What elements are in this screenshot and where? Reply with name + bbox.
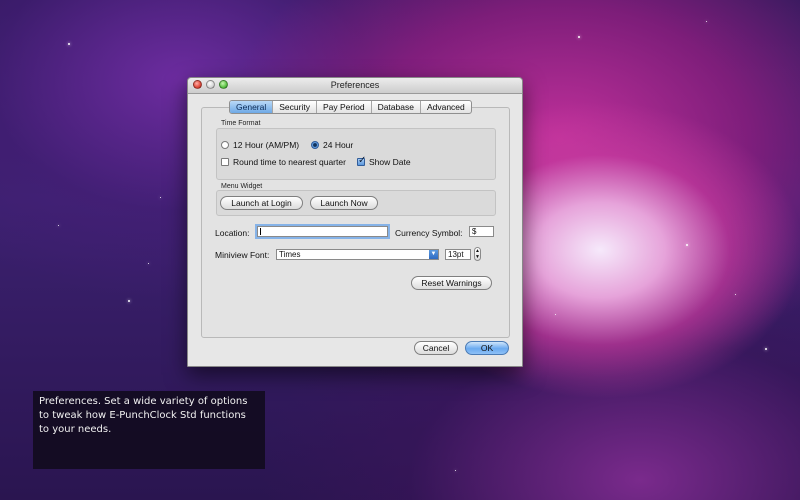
text-caret <box>260 228 261 236</box>
time-format-label: Time Format <box>221 120 261 127</box>
tab-bar: General Security Pay Period Database Adv… <box>229 100 472 114</box>
currency-symbol-input[interactable]: $ <box>469 226 494 237</box>
launch-now-button[interactable]: Launch Now <box>310 196 378 210</box>
show-date-checkbox[interactable]: ✓ <box>357 155 367 166</box>
tab-advanced[interactable]: Advanced <box>421 101 471 113</box>
star <box>148 263 149 264</box>
star <box>686 244 688 246</box>
checkmark-icon: ✓ <box>358 155 367 166</box>
tab-general[interactable]: General <box>230 101 274 113</box>
round-time-checkbox[interactable] <box>221 158 229 166</box>
location-input[interactable] <box>255 224 390 239</box>
radio-24-hour[interactable] <box>311 141 319 149</box>
cancel-button[interactable]: Cancel <box>414 341 458 355</box>
tab-pay-period[interactable]: Pay Period <box>317 101 372 113</box>
radio-12-hour[interactable] <box>221 141 229 149</box>
caption-box: Preferences. Set a wide variety of optio… <box>33 391 265 469</box>
window-title: Preferences <box>330 80 380 90</box>
star <box>706 21 707 22</box>
star <box>555 314 556 315</box>
star <box>455 470 456 471</box>
launch-at-login-button[interactable]: Launch at Login <box>220 196 303 210</box>
star <box>160 197 161 198</box>
menu-widget-label: Menu Widget <box>221 183 263 190</box>
miniview-font-value: Times <box>279 250 301 259</box>
time-format-group <box>216 128 496 180</box>
miniview-font-label: Miniview Font: <box>215 250 270 260</box>
star <box>735 294 736 295</box>
reset-warnings-button[interactable]: Reset Warnings <box>411 276 492 290</box>
preferences-window: Preferences General Security Pay Period … <box>187 77 523 367</box>
star <box>68 43 70 45</box>
currency-symbol-label: Currency Symbol: <box>395 228 463 238</box>
show-date-label[interactable]: Show Date <box>369 157 411 167</box>
font-size-input[interactable]: 13pt <box>445 249 471 260</box>
location-label: Location: <box>215 228 250 238</box>
radio-24-hour-label[interactable]: 24 Hour <box>323 140 353 150</box>
star <box>128 300 130 302</box>
star <box>578 36 580 38</box>
titlebar[interactable]: Preferences <box>188 78 522 94</box>
radio-12-hour-label[interactable]: 12 Hour (AM/PM) <box>233 140 299 150</box>
star <box>765 348 767 350</box>
ok-button[interactable]: OK <box>465 341 509 355</box>
chevron-down-icon: ▼ <box>429 250 438 259</box>
star <box>58 225 59 226</box>
miniview-font-select[interactable]: Times ▼ <box>276 249 439 260</box>
font-size-stepper[interactable]: ▲ ▼ <box>474 247 481 261</box>
round-time-label[interactable]: Round time to nearest quarter <box>233 157 346 167</box>
tab-database[interactable]: Database <box>372 101 421 113</box>
caption-text: Preferences. Set a wide variety of optio… <box>39 396 248 435</box>
tab-security[interactable]: Security <box>273 101 317 113</box>
